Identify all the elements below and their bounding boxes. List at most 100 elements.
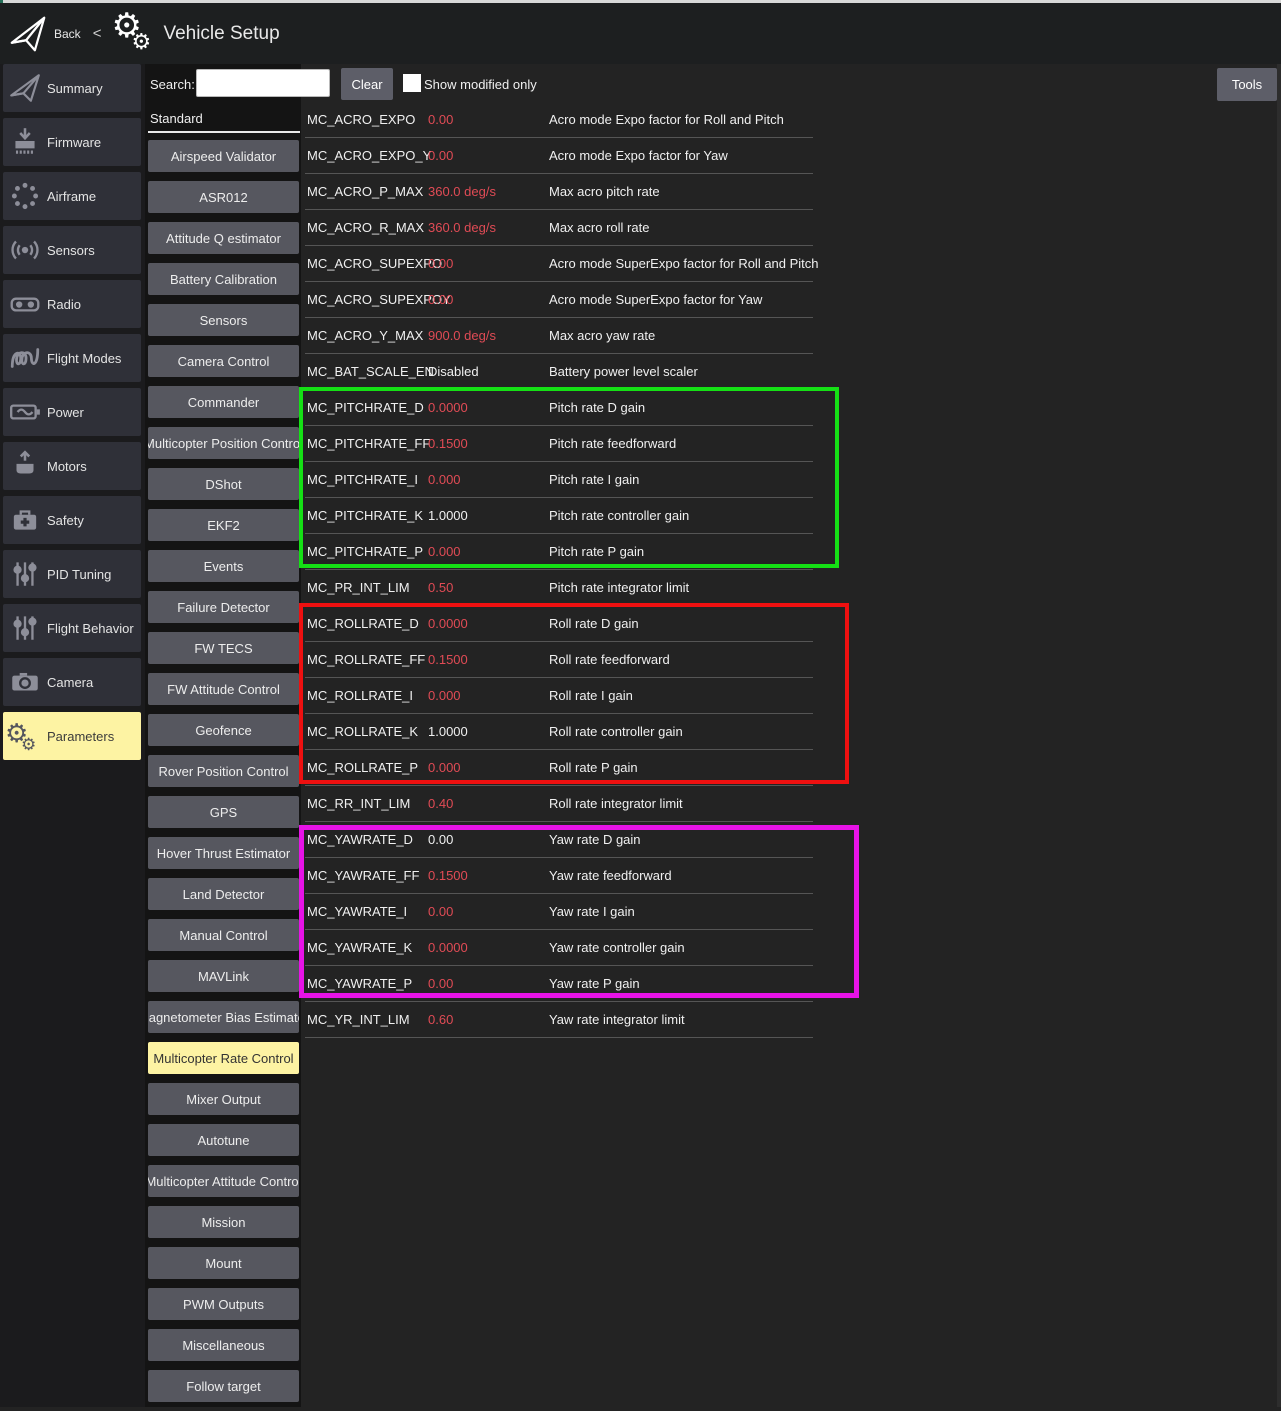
show-modified-checkbox[interactable] [403, 74, 421, 92]
category-button[interactable]: Commander [148, 386, 299, 418]
param-row[interactable]: MC_PITCHRATE_P 0.000 Pitch rate P gain [305, 534, 813, 570]
param-description: Pitch rate integrator limit [549, 580, 813, 595]
category-button[interactable]: FW TECS [148, 632, 299, 664]
sidebar-item[interactable]: Power [3, 388, 141, 436]
param-row[interactable]: MC_ACRO_Y_MAX 900.0 deg/s Max acro yaw r… [305, 318, 813, 354]
category-button[interactable]: Failure Detector [148, 591, 299, 623]
param-name: MC_ACRO_SUPEXPO [305, 256, 428, 271]
param-row[interactable]: MC_YR_INT_LIM 0.60 Yaw rate integrator l… [305, 1002, 813, 1038]
param-name: MC_PITCHRATE_I [305, 472, 428, 487]
category-button[interactable]: Magnetometer Bias Estimator [148, 1001, 299, 1033]
firmware-download-icon [3, 122, 47, 162]
param-row[interactable]: MC_ROLLRATE_P 0.000 Roll rate P gain [305, 750, 813, 786]
param-name: MC_ACRO_SUPEXPOY [305, 292, 428, 307]
param-value: 0.0000 [428, 940, 549, 955]
category-button[interactable]: Multicopter Attitude Control [148, 1165, 299, 1197]
sidebar-item[interactable]: PID Tuning [3, 550, 141, 598]
category-button-label: Camera Control [178, 354, 270, 369]
param-row[interactable]: MC_YAWRATE_I 0.00 Yaw rate I gain [305, 894, 813, 930]
param-row[interactable]: MC_ACRO_R_MAX 360.0 deg/s Max acro roll … [305, 210, 813, 246]
sidebar-item[interactable]: Camera [3, 658, 141, 706]
rc-transmitter-icon [3, 284, 47, 324]
clear-button[interactable]: Clear [341, 68, 393, 100]
category-button[interactable]: EKF2 [148, 509, 299, 541]
back-button[interactable]: Back [54, 27, 81, 41]
param-row[interactable]: MC_ROLLRATE_I 0.000 Roll rate I gain [305, 678, 813, 714]
setup-sidebar: Summary Firmware Airframe Sensors Radio … [0, 64, 145, 1407]
sidebar-item[interactable]: ⚙⚙ Parameters [3, 712, 141, 760]
category-button[interactable]: Airspeed Validator [148, 140, 299, 172]
category-button[interactable]: Attitude Q estimator [148, 222, 299, 254]
param-row[interactable]: MC_ACRO_SUPEXPO 0.00 Acro mode SuperExpo… [305, 246, 813, 282]
category-button[interactable]: Hover Thrust Estimator [148, 837, 299, 869]
param-value: 1.0000 [428, 508, 549, 523]
sliders-icon [3, 608, 47, 648]
category-button[interactable]: Manual Control [148, 919, 299, 951]
category-button[interactable]: Miscellaneous [148, 1329, 299, 1361]
category-button[interactable]: ASR012 [148, 181, 299, 213]
param-row[interactable]: MC_YAWRATE_P 0.00 Yaw rate P gain [305, 966, 813, 1002]
param-row[interactable]: MC_ROLLRATE_D 0.0000 Roll rate D gain [305, 606, 813, 642]
param-row[interactable]: MC_PR_INT_LIM 0.50 Pitch rate integrator… [305, 570, 813, 606]
param-row[interactable]: MC_YAWRATE_K 0.0000 Yaw rate controller … [305, 930, 813, 966]
param-row[interactable]: MC_ACRO_SUPEXPOY 0.00 Acro mode SuperExp… [305, 282, 813, 318]
sidebar-item[interactable]: Airframe [3, 172, 141, 220]
sidebar-item[interactable]: Motors [3, 442, 141, 490]
category-button-label: Magnetometer Bias Estimator [148, 1010, 299, 1025]
category-button[interactable]: Sensors [148, 304, 299, 336]
sliders-icon [3, 554, 47, 594]
param-row[interactable]: MC_PITCHRATE_D 0.0000 Pitch rate D gain [305, 390, 813, 426]
category-button[interactable]: Mount [148, 1247, 299, 1279]
param-row[interactable]: MC_BAT_SCALE_EN Disabled Battery power l… [305, 354, 813, 390]
param-row[interactable]: MC_PITCHRATE_FF 0.1500 Pitch rate feedfo… [305, 426, 813, 462]
category-group-header: Standard [150, 111, 203, 126]
category-button[interactable]: Geofence [148, 714, 299, 746]
category-button[interactable]: Mission [148, 1206, 299, 1238]
category-button[interactable]: MAVLink [148, 960, 299, 992]
param-row[interactable]: MC_YAWRATE_FF 0.1500 Yaw rate feedforwar… [305, 858, 813, 894]
category-button[interactable]: Follow target [148, 1370, 299, 1402]
sidebar-item[interactable]: Safety [3, 496, 141, 544]
param-name: MC_YAWRATE_P [305, 976, 428, 991]
search-input[interactable] [196, 69, 330, 97]
param-row[interactable]: MC_PITCHRATE_K 1.0000 Pitch rate control… [305, 498, 813, 534]
vehicle-setup-gears-icon: ⚙ ⚙ [109, 9, 155, 59]
param-row[interactable]: MC_YAWRATE_D 0.00 Yaw rate D gain [305, 822, 813, 858]
param-description: Yaw rate I gain [549, 904, 813, 919]
tools-button[interactable]: Tools [1217, 68, 1277, 101]
param-description: Roll rate D gain [549, 616, 813, 631]
sidebar-item[interactable]: Flight Behavior [3, 604, 141, 652]
param-row[interactable]: MC_ROLLRATE_K 1.0000 Roll rate controlle… [305, 714, 813, 750]
sidebar-item[interactable]: Sensors [3, 226, 141, 274]
category-button[interactable]: Land Detector [148, 878, 299, 910]
window-right-edge [1277, 3, 1281, 1407]
category-button[interactable]: Camera Control [148, 345, 299, 377]
category-button[interactable]: DShot [148, 468, 299, 500]
category-button[interactable]: Multicopter Rate Control [148, 1042, 299, 1074]
sidebar-item[interactable]: Radio [3, 280, 141, 328]
category-button[interactable]: PWM Outputs [148, 1288, 299, 1320]
parameter-table: MC_ACRO_EXPO 0.00 Acro mode Expo factor … [305, 102, 813, 1038]
category-button-label: Battery Calibration [170, 272, 277, 287]
category-button[interactable]: GPS [148, 796, 299, 828]
sidebar-item[interactable]: Firmware [3, 118, 141, 166]
param-row[interactable]: MC_ROLLRATE_FF 0.1500 Roll rate feedforw… [305, 642, 813, 678]
category-button[interactable]: FW Attitude Control [148, 673, 299, 705]
param-value: 0.1500 [428, 652, 549, 667]
category-button[interactable]: Mixer Output [148, 1083, 299, 1115]
category-button[interactable]: Rover Position Control [148, 755, 299, 787]
param-name: MC_ROLLRATE_D [305, 616, 428, 631]
sidebar-item[interactable]: Flight Modes [3, 334, 141, 382]
param-value: 0.40 [428, 796, 549, 811]
param-row[interactable]: MC_RR_INT_LIM 0.40 Roll rate integrator … [305, 786, 813, 822]
category-button[interactable]: Autotune [148, 1124, 299, 1156]
param-name: MC_ACRO_EXPO [305, 112, 428, 127]
param-row[interactable]: MC_PITCHRATE_I 0.000 Pitch rate I gain [305, 462, 813, 498]
param-row[interactable]: MC_ACRO_P_MAX 360.0 deg/s Max acro pitch… [305, 174, 813, 210]
category-button[interactable]: Multicopter Position Control [148, 427, 299, 459]
sidebar-item[interactable]: Summary [3, 64, 141, 112]
param-row[interactable]: MC_ACRO_EXPO 0.00 Acro mode Expo factor … [305, 102, 813, 138]
category-button[interactable]: Events [148, 550, 299, 582]
category-button[interactable]: Battery Calibration [148, 263, 299, 295]
param-row[interactable]: MC_ACRO_EXPO_Y 0.00 Acro mode Expo facto… [305, 138, 813, 174]
